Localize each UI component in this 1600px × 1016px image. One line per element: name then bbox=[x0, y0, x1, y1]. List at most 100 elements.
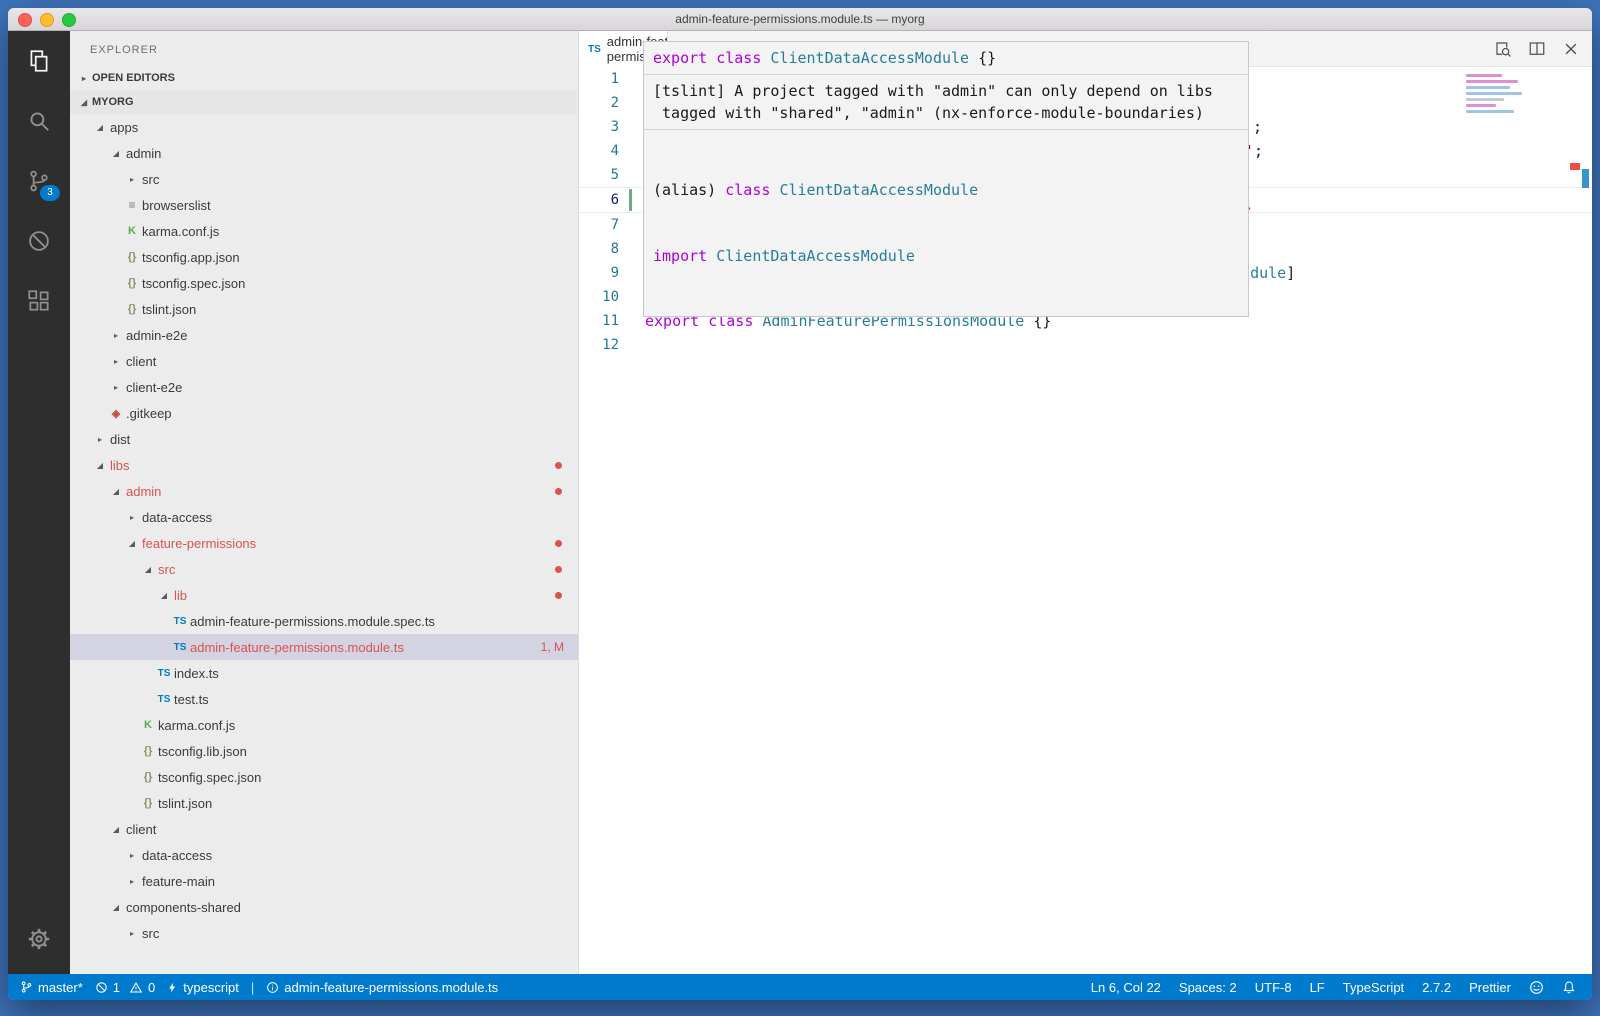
code-line-12[interactable]: 12 bbox=[579, 333, 1592, 357]
typescript-version-status[interactable]: 2.7.2 bbox=[1422, 980, 1451, 995]
line-number: 2 bbox=[579, 95, 619, 111]
folder-collapsed-icon: ▸ bbox=[92, 435, 108, 444]
tree-item-karma.conf.js[interactable]: Kkarma.conf.js bbox=[70, 712, 578, 738]
tree-item-client[interactable]: ◢client bbox=[70, 816, 578, 842]
zoom-window-button[interactable] bbox=[62, 13, 76, 27]
language-mode-status[interactable]: TypeScript bbox=[1343, 980, 1404, 995]
tree-item-lib[interactable]: ◢lib bbox=[70, 582, 578, 608]
tree-item-label: test.ts bbox=[174, 692, 209, 707]
tree-item-tsconfig.app.json[interactable]: {}tsconfig.app.json bbox=[70, 244, 578, 270]
branch-icon bbox=[20, 980, 33, 994]
settings-gear-icon[interactable] bbox=[8, 904, 70, 974]
folder-expanded-icon: ◢ bbox=[108, 149, 124, 158]
problems-status[interactable]: 1 0 bbox=[95, 980, 155, 995]
line-number: 7 bbox=[579, 217, 619, 233]
error-dot bbox=[555, 540, 562, 547]
tree-item-tsconfig.lib.json[interactable]: {}tsconfig.lib.json bbox=[70, 738, 578, 764]
workspace-section[interactable]: ◢ MYORG bbox=[70, 90, 578, 114]
error-count: 1 bbox=[113, 980, 120, 995]
tree-item-feature-main[interactable]: ▸feature-main bbox=[70, 868, 578, 894]
overview-ruler-selection-marker bbox=[1582, 169, 1589, 188]
tree-item-test.ts[interactable]: TStest.ts bbox=[70, 686, 578, 712]
tree-item-label: tsconfig.spec.json bbox=[158, 770, 261, 785]
tree-item-browserslist[interactable]: ≡browserslist bbox=[70, 192, 578, 218]
indentation-status[interactable]: Spaces: 2 bbox=[1179, 980, 1237, 995]
tree-item-src[interactable]: ▸src bbox=[70, 166, 578, 192]
tree-item-.gitkeep[interactable]: ◈.gitkeep bbox=[70, 400, 578, 426]
tree-item-tslint.json[interactable]: {}tslint.json bbox=[70, 790, 578, 816]
tree-item-label: admin-e2e bbox=[126, 328, 187, 343]
close-editor-icon[interactable] bbox=[1562, 40, 1580, 58]
error-icon bbox=[95, 981, 108, 994]
tree-item-src[interactable]: ◢src bbox=[70, 556, 578, 582]
file-info-status[interactable]: admin-feature-permissions.module.ts bbox=[266, 980, 498, 995]
open-changes-icon[interactable] bbox=[1494, 40, 1512, 58]
line-number: 12 bbox=[579, 337, 619, 353]
code-token: ClientDataAccessModule bbox=[716, 247, 915, 265]
close-window-button[interactable] bbox=[18, 13, 32, 27]
tree-item-feature-permissions[interactable]: ◢feature-permissions bbox=[70, 530, 578, 556]
tree-item-label: data-access bbox=[142, 848, 212, 863]
debug-icon[interactable] bbox=[8, 211, 70, 271]
tree-item-index.ts[interactable]: TSindex.ts bbox=[70, 660, 578, 686]
tree-item-client-e2e[interactable]: ▸client-e2e bbox=[70, 374, 578, 400]
tree-item-admin-e2e[interactable]: ▸admin-e2e bbox=[70, 322, 578, 348]
tree-item-admin[interactable]: ◢admin bbox=[70, 478, 578, 504]
folder-expanded-icon: ◢ bbox=[92, 461, 108, 470]
tree-item-libs[interactable]: ◢libs bbox=[70, 452, 578, 478]
explorer-icon[interactable] bbox=[8, 31, 70, 91]
tree-item-components-shared[interactable]: ◢components-shared bbox=[70, 894, 578, 920]
folder-collapsed-icon: ▸ bbox=[124, 929, 140, 938]
tree-item-admin[interactable]: ◢admin bbox=[70, 140, 578, 166]
split-editor-icon[interactable] bbox=[1528, 40, 1546, 58]
line-number: 3 bbox=[579, 119, 619, 135]
branch-name: master* bbox=[38, 980, 83, 995]
line-number: 10 bbox=[579, 289, 619, 305]
source-control-icon[interactable]: 3 bbox=[8, 151, 70, 211]
git-status-badge: 1, M bbox=[541, 640, 564, 654]
error-dot bbox=[555, 592, 562, 599]
notifications-bell-icon[interactable] bbox=[1562, 980, 1576, 995]
ts-file-icon: TS bbox=[588, 44, 601, 55]
tree-item-tslint.json[interactable]: {}tslint.json bbox=[70, 296, 578, 322]
ts-file-icon: TS bbox=[156, 668, 172, 679]
tree-item-data-access[interactable]: ▸data-access bbox=[70, 504, 578, 530]
feedback-smiley-icon[interactable] bbox=[1529, 980, 1544, 995]
open-editors-section[interactable]: ▸ OPEN EDITORS bbox=[70, 66, 578, 90]
code-token: ClientDataAccessModule bbox=[770, 49, 969, 67]
encoding-status[interactable]: UTF-8 bbox=[1255, 980, 1292, 995]
git-branch-status[interactable]: master* bbox=[20, 980, 83, 995]
folder-expanded-icon: ◢ bbox=[124, 539, 140, 548]
tree-item-label: .gitkeep bbox=[126, 406, 172, 421]
tree-item-label: tslint.json bbox=[142, 302, 196, 317]
tree-item-tsconfig.spec.json[interactable]: {}tsconfig.spec.json bbox=[70, 764, 578, 790]
tree-item-label: tsconfig.app.json bbox=[142, 250, 240, 265]
tree-item-tsconfig.spec.json[interactable]: {}tsconfig.spec.json bbox=[70, 270, 578, 296]
tree-item-admin-feature-permissions.module.ts[interactable]: TSadmin-feature-permissions.module.ts1, … bbox=[70, 634, 578, 660]
line-number: 9 bbox=[579, 265, 619, 281]
overview-ruler-error-marker bbox=[1570, 163, 1580, 170]
tree-item-src[interactable]: ▸src bbox=[70, 920, 578, 946]
tree-item-label: lib bbox=[174, 588, 187, 603]
typescript-task-status[interactable]: typescript bbox=[167, 980, 239, 995]
tree-item-apps[interactable]: ◢apps bbox=[70, 114, 578, 140]
tree-item-client[interactable]: ▸client bbox=[70, 348, 578, 374]
tree-item-dist[interactable]: ▸dist bbox=[70, 426, 578, 452]
eol-status[interactable]: LF bbox=[1310, 980, 1325, 995]
folder-collapsed-icon: ▸ bbox=[108, 357, 124, 366]
formatter-status[interactable]: Prettier bbox=[1469, 980, 1511, 995]
tree-item-admin-feature-permissions.module.spec.ts[interactable]: TSadmin-feature-permissions.module.spec.… bbox=[70, 608, 578, 634]
tree-item-karma.conf.js[interactable]: Kkarma.conf.js bbox=[70, 218, 578, 244]
list-file-icon: ≡ bbox=[124, 198, 140, 212]
cursor-position-status[interactable]: Ln 6, Col 22 bbox=[1091, 980, 1161, 995]
json-file-icon: {} bbox=[124, 251, 140, 263]
hover-alias-line: (alias) class ClientDataAccessModule bbox=[653, 179, 1239, 201]
minimize-window-button[interactable] bbox=[40, 13, 54, 27]
extensions-icon[interactable] bbox=[8, 271, 70, 331]
folder-expanded-icon: ◢ bbox=[156, 591, 172, 600]
minimap[interactable] bbox=[1466, 71, 1528, 116]
editor-area: TS admin-feature-permissions.module.ts bbox=[579, 31, 1592, 974]
tree-item-data-access[interactable]: ▸data-access bbox=[70, 842, 578, 868]
status-file-name: admin-feature-permissions.module.ts bbox=[284, 980, 498, 995]
search-icon[interactable] bbox=[8, 91, 70, 151]
